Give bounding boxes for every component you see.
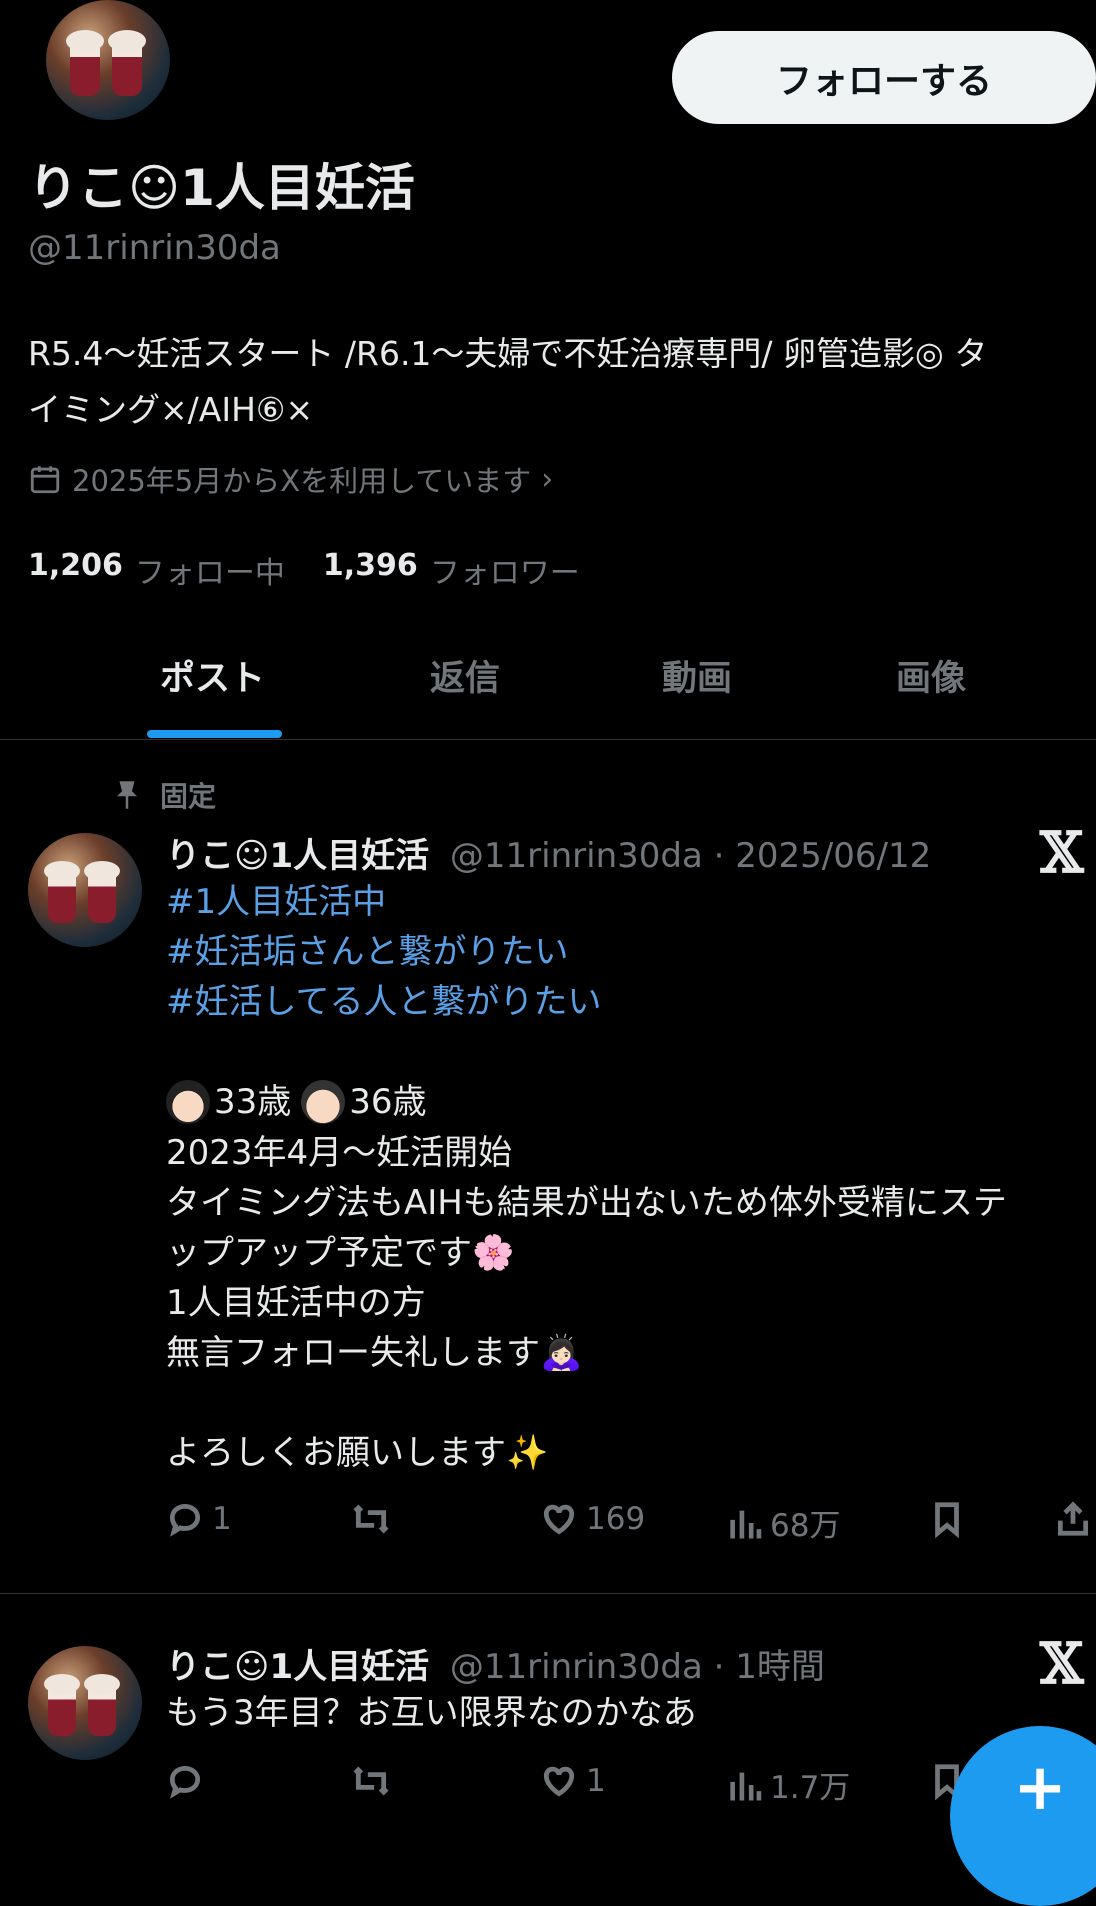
compose-button[interactable]: +: [950, 1726, 1096, 1906]
repost-button[interactable]: [350, 1762, 392, 1800]
tab-videos[interactable]: 動画: [662, 650, 732, 701]
reply-button[interactable]: 1: [166, 1500, 232, 1538]
post-body: 2023年4月〜妊活開始 タイミング法もAIHも結果が出ないため体外受精にステ …: [166, 1133, 1007, 1473]
post-avatar[interactable]: [28, 833, 142, 947]
pin-icon: [117, 781, 137, 809]
views-count: 68万: [770, 1508, 841, 1544]
repost-icon: [353, 1504, 389, 1534]
post-hashtags: #1人目妊活中 #妊活垢さんと繋がりたい #妊活してる人と繋がりたい: [166, 877, 601, 1027]
following-count: 1,206: [28, 548, 123, 583]
follow-button[interactable]: フォローする: [672, 31, 1096, 124]
bio-line-1: R5.4〜妊活スタート /R6.1〜夫婦で不妊治療専門/ 卵管造影◎ タ: [28, 334, 988, 373]
profile-avatar[interactable]: [46, 0, 170, 120]
tabs-divider: [0, 739, 1096, 740]
x-logo-icon: 𝕏: [1040, 820, 1084, 886]
plus-icon: +: [1013, 1751, 1067, 1825]
post-header: りこ☺1人目妊活 @11rinrin30da · 1時間: [166, 1639, 825, 1688]
woman-face-icon: [166, 1080, 210, 1124]
followers-count: 1,396: [322, 548, 418, 583]
reply-icon: [169, 1503, 201, 1537]
tab-replies[interactable]: 返信: [430, 650, 500, 701]
calendar-icon: [30, 466, 60, 494]
tab-images[interactable]: 画像: [896, 650, 966, 701]
views-icon: [730, 1772, 762, 1800]
repost-icon: [353, 1766, 389, 1796]
tab-active-indicator: [147, 730, 282, 738]
post-avatar[interactable]: [28, 1646, 142, 1760]
reply-icon: [169, 1765, 201, 1799]
profile-handle: @11rinrin30da: [28, 228, 281, 268]
share-button[interactable]: [1054, 1500, 1092, 1538]
post-actions: 1 169 68万: [166, 1500, 1096, 1550]
like-button[interactable]: 169: [540, 1500, 645, 1538]
pinned-label: 固定: [160, 780, 217, 813]
follow-stats: 1,206 フォロー中 1,396 フォロワー: [28, 548, 580, 592]
pinned-indicator: 固定: [112, 775, 216, 815]
post-author-name[interactable]: りこ☺1人目妊活: [166, 1647, 429, 1687]
x-logo-icon: 𝕏: [1040, 1631, 1084, 1697]
post-meta: @11rinrin30da · 1時間: [449, 1647, 825, 1687]
joined-date-link[interactable]: 2025年5月からXを利用しています ›: [28, 458, 553, 500]
hashtag-link[interactable]: #妊活してる人と繋がりたい: [166, 977, 601, 1027]
following-link[interactable]: 1,206 フォロー中: [28, 548, 285, 592]
views-count: 1.7万: [770, 1770, 851, 1806]
reply-count: 1: [212, 1501, 232, 1537]
views-button[interactable]: 68万: [728, 1500, 840, 1545]
man-face-icon: [301, 1080, 346, 1124]
like-count: 1: [586, 1763, 606, 1799]
hashtag-link[interactable]: #妊活垢さんと繋がりたい: [166, 927, 601, 977]
followers-link[interactable]: 1,396 フォロワー: [323, 548, 580, 592]
views-button[interactable]: 1.7万: [728, 1762, 850, 1807]
post-ages-line: 33歳 36歳: [166, 1077, 427, 1127]
bio-line-2: イミング×/AIH⑥×: [28, 390, 314, 429]
heart-icon: [543, 1766, 575, 1797]
like-button[interactable]: 1: [540, 1762, 606, 1800]
followers-label: フォロワー: [429, 556, 580, 591]
post-body: もう3年目？お互い限界なのかなあ: [166, 1693, 697, 1733]
bookmark-button[interactable]: [930, 1500, 964, 1538]
bookmark-icon: [935, 1502, 959, 1538]
post-divider: [0, 1593, 1096, 1594]
tab-posts[interactable]: ポスト: [160, 650, 265, 701]
views-icon: [730, 1510, 762, 1538]
post-meta: @11rinrin30da · 2025/06/12: [449, 836, 932, 876]
heart-icon: [543, 1504, 575, 1535]
post-author-name[interactable]: りこ☺1人目妊活: [166, 836, 429, 876]
joined-date-text: 2025年5月からXを利用しています: [72, 464, 532, 498]
repost-button[interactable]: [350, 1500, 392, 1538]
wife-age: 33歳: [214, 1082, 292, 1122]
like-count: 169: [586, 1501, 646, 1537]
chevron-right-icon: ›: [541, 461, 554, 497]
reply-button[interactable]: [166, 1762, 204, 1800]
share-icon: [1057, 1501, 1089, 1536]
husband-age: 36歳: [349, 1082, 427, 1122]
profile-display-name: りこ☺1人目妊活: [28, 159, 415, 217]
hashtag-link[interactable]: #1人目妊活中: [166, 877, 601, 927]
following-label: フォロー中: [134, 556, 285, 591]
post-header: りこ☺1人目妊活 @11rinrin30da · 2025/06/12: [166, 828, 931, 877]
profile-bio: R5.4〜妊活スタート /R6.1〜夫婦で不妊治療専門/ 卵管造影◎ タ イミン…: [28, 326, 1088, 438]
